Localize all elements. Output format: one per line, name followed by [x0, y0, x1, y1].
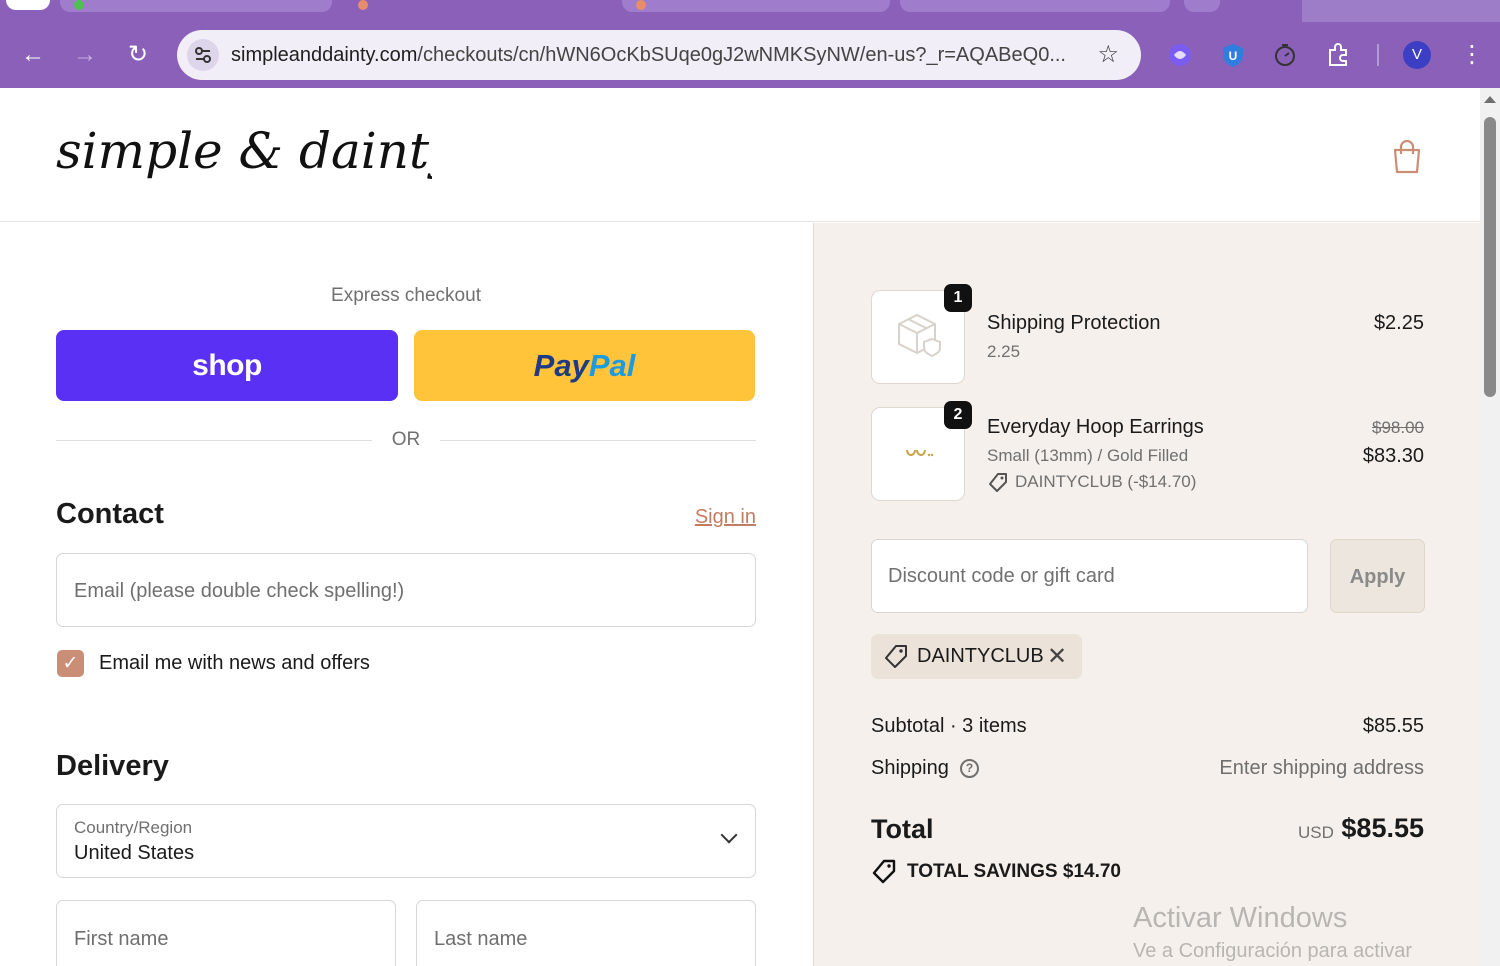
svg-text:U: U: [1229, 49, 1238, 63]
newsletter-label[interactable]: Email me with news and offers: [99, 652, 370, 675]
reload-icon[interactable]: ↻: [123, 40, 153, 70]
browser-tab[interactable]: [900, 0, 1170, 12]
browser-tab[interactable]: [344, 0, 610, 12]
remove-discount-close-icon[interactable]: ✕: [1047, 642, 1067, 671]
email-field[interactable]: Email (please double check spelling!): [56, 553, 756, 627]
browser-tab[interactable]: [60, 0, 332, 12]
windows-watermark-subtitle: Ve a Configuración para activar: [1133, 940, 1413, 962]
last-name-placeholder: Last name: [434, 928, 528, 950]
express-checkout-label: Express checkout: [331, 285, 481, 306]
apply-discount-button[interactable]: Apply: [1330, 539, 1425, 613]
store-logo[interactable]: simple & dainty: [52, 106, 458, 206]
last-name-field[interactable]: Last name: [416, 900, 756, 966]
subtotal-label: Subtotal · 3 items: [871, 715, 1027, 737]
first-name-placeholder: First name: [74, 928, 169, 950]
browser-toolbar: ← → ↻ simpleanddainty.com/checkouts/cn/h…: [0, 22, 1500, 88]
browser-tabstrip: [0, 0, 1500, 22]
delivery-heading: Delivery: [56, 750, 169, 782]
scroll-up-arrow-icon[interactable]: [1484, 96, 1496, 103]
subtotal-value: $85.55: [1362, 715, 1424, 737]
browser-tab[interactable]: [622, 0, 890, 12]
url-path: /checkouts/cn/hWN6OcKbSUqe0gJ2wNMKSyNW/e…: [417, 44, 1066, 66]
tag-icon: [883, 644, 909, 670]
profile-avatar[interactable]: V: [1403, 41, 1431, 69]
extension-timer-icon[interactable]: [1272, 42, 1298, 68]
shopping-bag-icon[interactable]: [1392, 139, 1422, 174]
windows-watermark-title: Activar Windows: [1133, 902, 1348, 934]
new-tab-button[interactable]: [1184, 0, 1220, 12]
window-corner: [6, 0, 50, 10]
toolbar-separator: [1377, 44, 1379, 66]
divider: [56, 440, 372, 441]
window-controls[interactable]: [1302, 0, 1500, 22]
divider: [440, 440, 756, 441]
item-price: $2.25: [1373, 312, 1424, 334]
applied-discount-code: DAINTYCLUB: [917, 645, 1044, 667]
forward-icon[interactable]: →: [70, 40, 100, 70]
tab-favicon-icon: [636, 0, 646, 10]
back-icon[interactable]: ←: [18, 40, 48, 70]
order-summary: 1 Shipping Protection 2.25 $2.25 2 Every…: [813, 223, 1480, 966]
tab-favicon-icon: [358, 0, 368, 10]
or-divider-label: OR: [391, 429, 421, 450]
store-logo-image: simple & dainty: [56, 122, 458, 180]
item-variant: Small (13mm) / Gold Filled: [987, 446, 1189, 465]
total-currency: USD: [1298, 823, 1334, 842]
url-host: simpleanddainty.com: [231, 44, 418, 66]
help-question-icon[interactable]: ?: [960, 759, 979, 778]
item-discount: DAINTYCLUB (-$14.70): [1015, 472, 1197, 491]
tag-icon: [987, 472, 1009, 494]
total-value: $85.55: [1341, 813, 1424, 843]
total-savings: TOTAL SAVINGS $14.70: [907, 861, 1122, 882]
first-name-field[interactable]: First name: [56, 900, 396, 966]
total-label: Total: [871, 814, 934, 844]
store-header: simple & dainty: [0, 88, 1480, 222]
bookmark-star-icon[interactable]: ☆: [1097, 42, 1119, 68]
menu-kebab-icon[interactable]: ⋮: [1460, 40, 1484, 70]
paypal-logo-part2: Pal: [588, 348, 636, 383]
extension-vpn-icon[interactable]: [1167, 42, 1193, 68]
shipping-value: Enter shipping address: [1219, 757, 1424, 779]
country-select[interactable]: Country/Region United States: [56, 804, 756, 878]
country-select-value: United States: [74, 842, 195, 864]
item-variant: 2.25: [987, 342, 1021, 361]
paypal-button[interactable]: PayPal: [414, 330, 755, 401]
item-original-price: $98.00: [1372, 418, 1424, 437]
newsletter-checkbox[interactable]: ✓: [57, 650, 84, 677]
item-name: Everyday Hoop Earrings: [987, 416, 1204, 438]
contact-heading: Contact: [56, 498, 164, 530]
sign-in-link[interactable]: Sign in: [690, 506, 756, 529]
tab-favicon-icon: [74, 0, 84, 10]
checkout-form: Express checkout shop PayPal OR Contact …: [0, 223, 813, 966]
discount-code-input[interactable]: Discount code or gift card: [871, 539, 1308, 613]
item-price: $83.30: [1362, 445, 1424, 467]
discount-placeholder: Discount code or gift card: [888, 565, 1115, 587]
site-settings-icon[interactable]: [187, 39, 219, 71]
shipping-label: Shipping: [871, 757, 949, 779]
puzzle-extensions-icon[interactable]: [1325, 42, 1351, 68]
shop-pay-button[interactable]: shop: [56, 330, 398, 401]
country-select-label: Country/Region: [74, 818, 193, 837]
email-placeholder: Email (please double check spelling!): [74, 580, 405, 602]
applied-discount-chip: DAINTYCLUB ✕: [871, 634, 1082, 679]
quantity-badge: 1: [944, 284, 972, 312]
address-bar[interactable]: simpleanddainty.com/checkouts/cn/hWN6OcK…: [177, 30, 1141, 80]
store-logo-text: simple & dainty: [56, 122, 432, 180]
savings-tag-icon: [871, 859, 897, 885]
quantity-badge: 2: [944, 401, 972, 429]
chevron-down-icon: [720, 826, 738, 844]
paypal-logo-part1: Pay: [533, 348, 589, 383]
scrollbar-thumb[interactable]: [1484, 117, 1496, 397]
url-text: simpleanddainty.com/checkouts/cn/hWN6OcK…: [231, 30, 1066, 80]
extension-shield-icon[interactable]: U: [1220, 42, 1246, 68]
item-name: Shipping Protection: [987, 312, 1161, 334]
